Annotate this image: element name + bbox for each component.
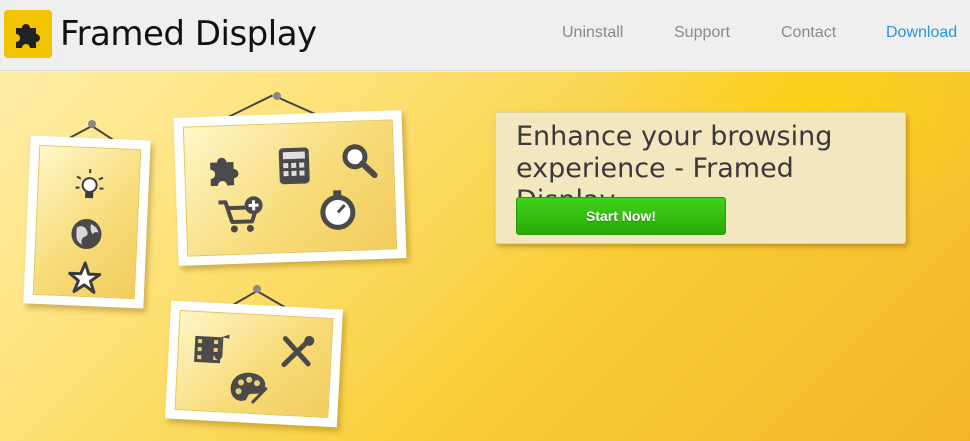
cta-panel: Enhance your browsing experience - Frame…: [495, 112, 906, 244]
puzzle-piece-icon[interactable]: [4, 10, 52, 58]
lightbulb-icon: [75, 169, 104, 199]
hero-banner: Enhance your browsing experience - Frame…: [0, 72, 970, 441]
wrench-screwdriver-icon: [281, 335, 315, 368]
paint-palette-icon: [230, 372, 268, 404]
frame-glass: [182, 119, 398, 257]
shopping-cart-add-icon: [218, 196, 263, 233]
picture-frame-small: [23, 135, 151, 309]
nav-download-link[interactable]: Download: [886, 24, 957, 42]
nav-uninstall-link[interactable]: Uninstall: [562, 24, 623, 42]
start-now-button[interactable]: Start Now!: [516, 197, 726, 235]
star-icon: [68, 261, 102, 294]
frame-glass: [174, 310, 334, 418]
frame-pin: [88, 120, 96, 128]
frame-pin: [253, 285, 261, 293]
frame-glass: [32, 144, 142, 300]
calculator-icon: [278, 147, 310, 185]
picture-frame-large: [173, 110, 407, 266]
brand-name[interactable]: Framed Display: [60, 14, 317, 54]
stopwatch-icon: [320, 190, 356, 230]
puzzle-piece-icon: [210, 157, 239, 187]
magnifier-icon: [342, 144, 378, 179]
film-music-icon: [194, 334, 230, 364]
globe-icon: [71, 218, 102, 249]
nav-contact-link[interactable]: Contact: [781, 24, 836, 42]
frame-pin: [273, 92, 281, 100]
picture-frame-bottom: [165, 300, 343, 428]
header: Framed Display Uninstall Support Contact…: [0, 0, 970, 71]
nav-support-link[interactable]: Support: [674, 24, 730, 42]
